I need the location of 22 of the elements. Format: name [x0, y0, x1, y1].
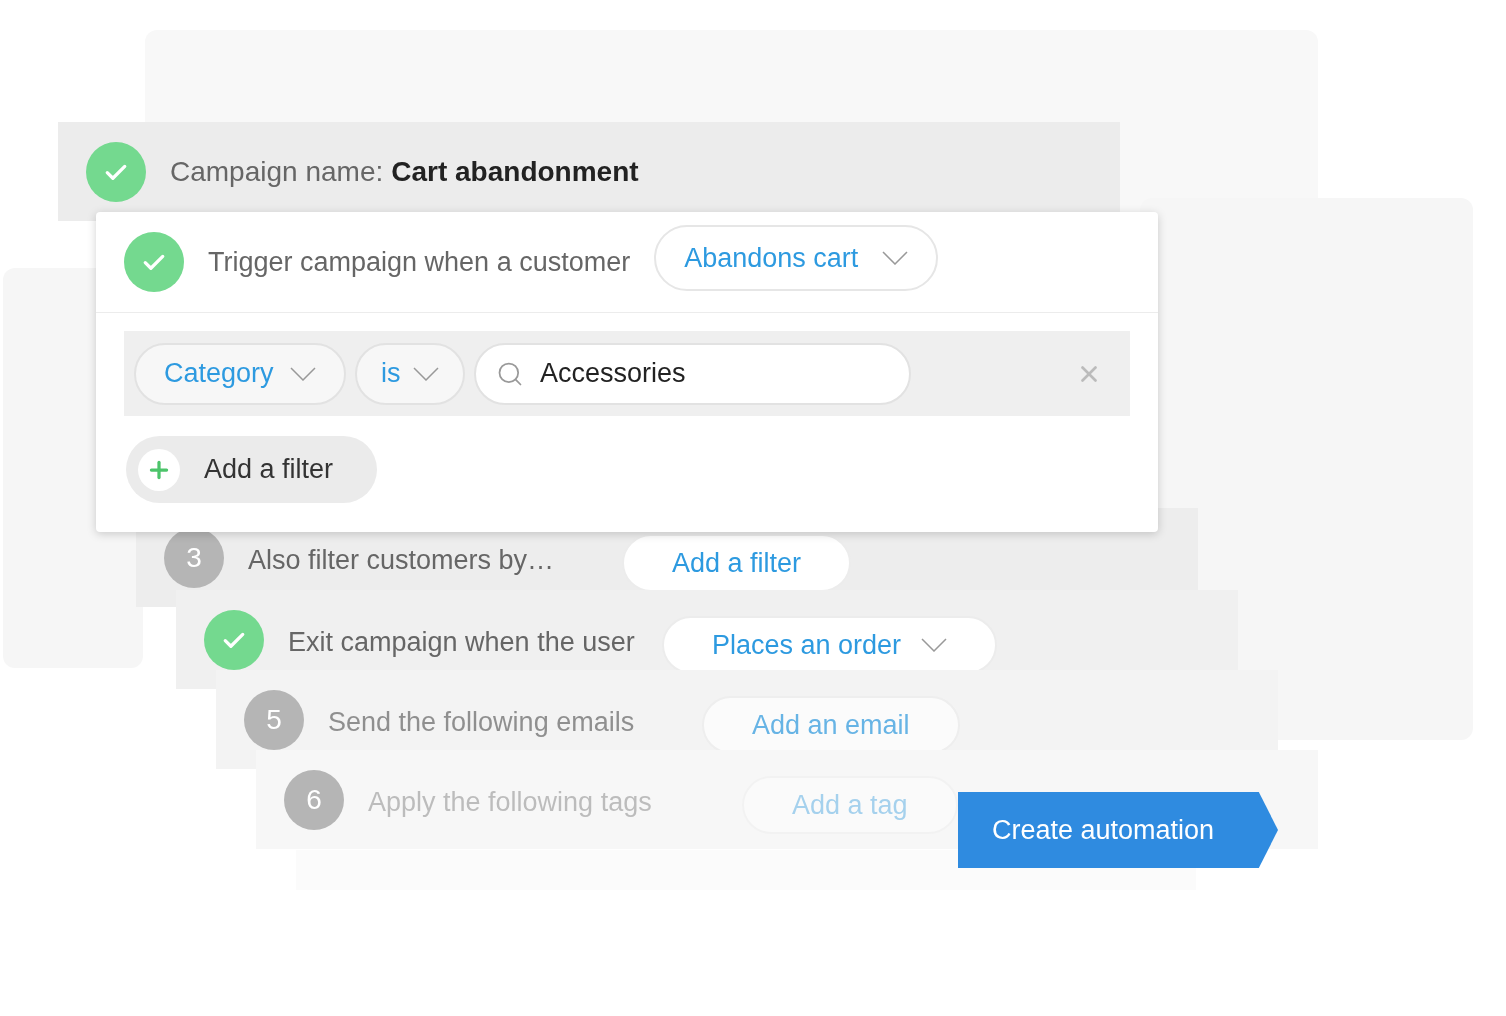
- caret-icon: [882, 251, 909, 265]
- operator-dropdown[interactable]: is: [355, 342, 465, 405]
- campaign-label: Campaign name:: [170, 155, 384, 189]
- plus-icon: [138, 448, 180, 491]
- caret-icon: [921, 638, 948, 652]
- trigger-dropdown[interactable]: Abandons cart: [654, 225, 939, 291]
- step-button[interactable]: Add a tag: [742, 776, 958, 834]
- step-label: Exit campaign when the user: [288, 625, 636, 659]
- step-label: Apply the following tags: [368, 785, 653, 819]
- field-dropdown[interactable]: Category: [134, 342, 346, 405]
- search-field[interactable]: Accessories: [474, 342, 911, 405]
- caret-icon: [290, 366, 316, 381]
- step-label: Also filter customers by…: [248, 543, 556, 577]
- step-number: 6: [284, 770, 344, 830]
- add-filter-button[interactable]: Add a filter: [126, 436, 377, 503]
- trigger-label: Trigger campaign when a customer: [208, 245, 631, 279]
- caret-icon: [413, 366, 439, 381]
- campaign-name: Cart abandonment: [391, 155, 639, 189]
- step-number: 5: [244, 690, 304, 750]
- step-button[interactable]: Add a filter: [622, 534, 852, 592]
- create-automation-button[interactable]: Create automation: [958, 792, 1278, 868]
- step-label: Send the following emails: [328, 705, 636, 739]
